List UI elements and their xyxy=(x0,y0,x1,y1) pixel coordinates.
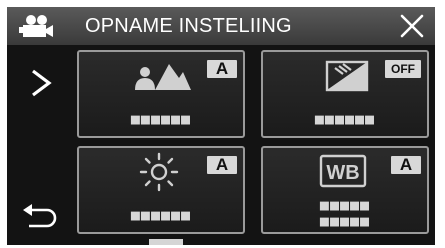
tile-scene-select[interactable]: A ■■■■■■ xyxy=(77,50,245,138)
white-balance-icon: WB xyxy=(319,154,367,188)
tile-white-balance[interactable]: WB A ■■■■■ ■■■■■ xyxy=(261,146,429,234)
tile-backlight-compensation[interactable]: OFF ■■■■■■ xyxy=(261,50,429,138)
tile-badge: A xyxy=(207,156,237,174)
tile-badge: A xyxy=(391,156,421,174)
svg-text:WB: WB xyxy=(326,162,359,184)
return-arrow-icon[interactable] xyxy=(21,201,59,229)
tile-value-line-2: ■■■■■ xyxy=(319,212,371,230)
tile-value: ■■■■■■ xyxy=(130,110,192,128)
brightness-sun-icon xyxy=(139,152,179,192)
chevron-right-icon[interactable] xyxy=(25,67,57,99)
video-camera-icon xyxy=(19,15,53,37)
menu-title: OPNAME INSTELIING xyxy=(85,15,292,37)
menu-header: OPNAME INSTELIING xyxy=(7,7,435,45)
scroll-indicator[interactable] xyxy=(149,239,183,245)
camera-menu-screen: OPNAME INSTELIING A ■■■■■■ OFF ■■■■■■ A … xyxy=(7,7,435,245)
tile-value: ■■■■■■ xyxy=(130,206,192,224)
close-icon[interactable] xyxy=(399,13,425,39)
backlight-compensation-icon xyxy=(325,60,369,92)
scene-select-icon xyxy=(135,64,191,90)
tile-brightness[interactable]: A ■■■■■■ xyxy=(77,146,245,234)
tile-badge: OFF xyxy=(385,60,421,78)
tile-value: ■■■■■■ xyxy=(314,110,376,128)
tile-badge: A xyxy=(207,60,237,78)
